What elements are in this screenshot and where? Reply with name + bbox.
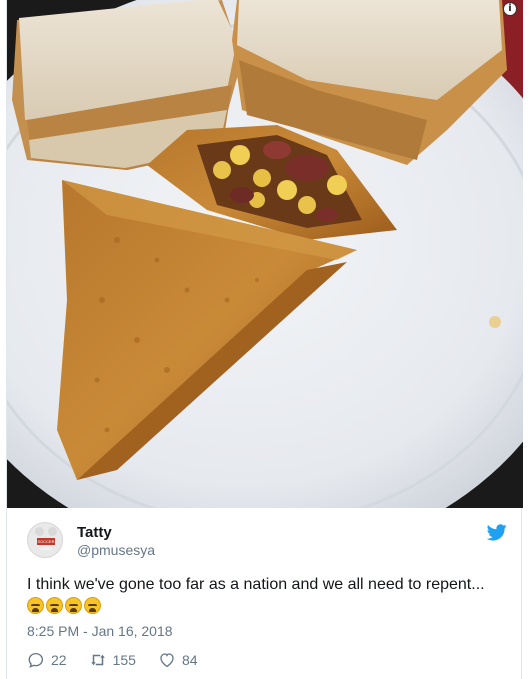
tweet-text: I think we've gone too far as a nation a… [27, 576, 485, 593]
like-count: 84 [181, 652, 198, 668]
tweet-actions: 22 155 84 [27, 649, 220, 671]
speech-bubble-icon [28, 652, 44, 668]
retweet-arrows-icon [90, 654, 105, 666]
avatar[interactable]: SOCCER MOM [27, 522, 63, 558]
info-icon[interactable]: i [503, 2, 517, 16]
tweet-timestamp[interactable]: 8:25 PM - Jan 16, 2018 [27, 623, 173, 639]
weary-face-emoji [46, 597, 63, 614]
like-button[interactable]: 84 [158, 651, 198, 669]
retweet-count: 155 [112, 652, 136, 668]
twitter-bird-icon[interactable] [487, 524, 507, 541]
tweet-header: SOCCER MOM Tatty @pmusesya [27, 518, 507, 562]
heart-icon [160, 653, 174, 668]
reply-button[interactable]: 22 [27, 651, 67, 669]
author-handle[interactable]: @pmusesya [77, 542, 155, 558]
avatar-ear-right [48, 527, 57, 536]
emoji-row [27, 597, 103, 617]
tweet-photo[interactable]: i [7, 0, 523, 508]
photo-plate-samosas [7, 0, 523, 508]
weary-face-emoji [84, 597, 101, 614]
weary-face-emoji [65, 597, 82, 614]
author-display-name[interactable]: Tatty [77, 524, 112, 541]
reply-count: 22 [51, 652, 67, 668]
avatar-caption: SOCCER MOM [37, 538, 55, 551]
avatar-ear-left [35, 527, 44, 536]
weary-face-emoji [27, 597, 44, 614]
retweet-button[interactable]: 155 [89, 651, 136, 669]
tweet-card: i SOCCER MOM Tatty @pmusesya I think we'… [6, 0, 523, 679]
